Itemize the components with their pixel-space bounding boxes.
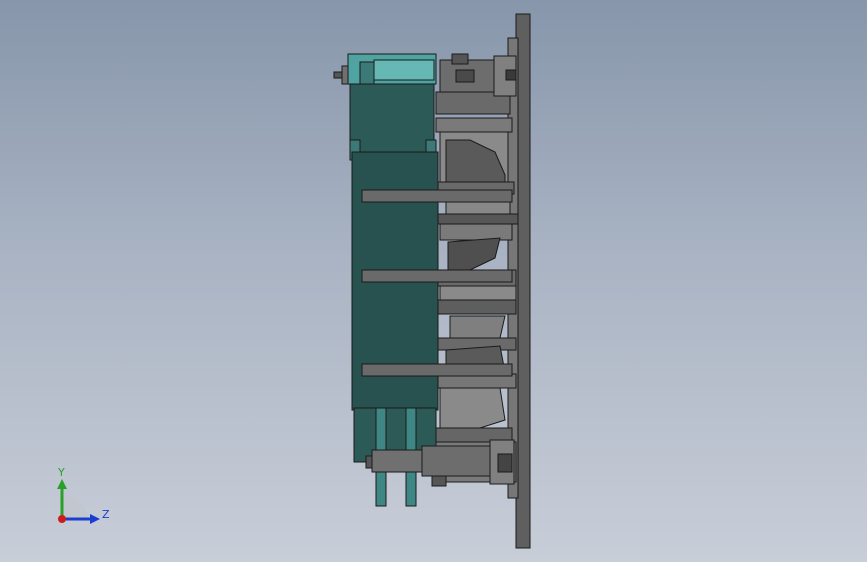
y-axis-arrow	[57, 479, 67, 489]
z-axis-label: Z	[102, 508, 110, 521]
cad-graphics-area[interactable]: Y Z	[0, 0, 867, 562]
y-axis-label: Y	[57, 466, 65, 479]
orientation-triad[interactable]: Y Z	[0, 0, 130, 562]
triad-quadrant	[62, 494, 88, 519]
origin-dot	[58, 515, 66, 523]
upper-bracket	[347, 53, 437, 161]
assembly-model[interactable]	[0, 0, 867, 562]
steel-frame	[431, 91, 519, 487]
z-axis-arrow	[90, 514, 100, 524]
